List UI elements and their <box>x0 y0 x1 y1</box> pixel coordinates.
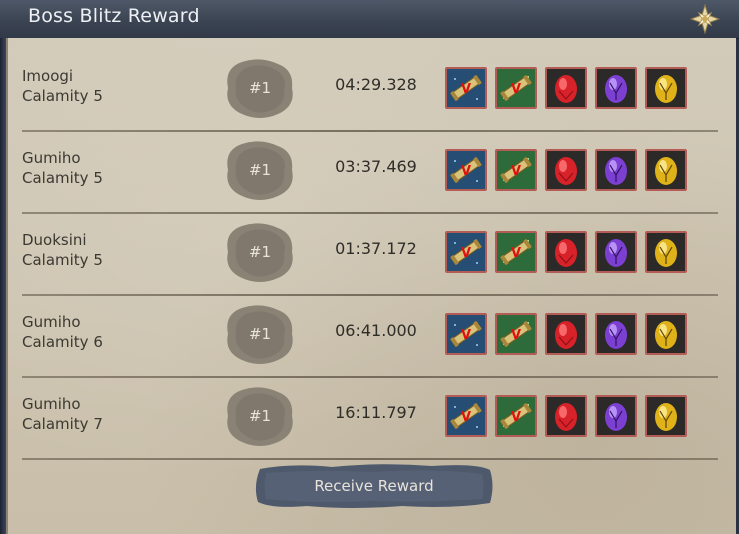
boss-title: Duoksini <box>22 231 87 249</box>
receive-reward-label: Receive Reward <box>314 477 434 495</box>
purple-gem-icon[interactable] <box>595 395 637 437</box>
red-gem-icon[interactable] <box>545 67 587 109</box>
boss-difficulty: Calamity 5 <box>22 251 103 269</box>
purple-gem-icon[interactable] <box>595 149 637 191</box>
blue-scroll-icon[interactable]: V <box>445 149 487 191</box>
boss-title: Gumiho <box>22 395 81 413</box>
green-scroll-icon[interactable]: V <box>495 67 537 109</box>
clear-time: 16:11.797 <box>335 403 417 422</box>
boss-name: Imoogi Calamity 5 <box>22 66 222 106</box>
boss-name: Gumiho Calamity 7 <box>22 394 222 434</box>
svg-text:V: V <box>461 410 471 425</box>
svg-text:V: V <box>511 82 521 97</box>
svg-text:V: V <box>511 328 521 343</box>
gold-gem-icon[interactable] <box>645 313 687 355</box>
svg-text:V: V <box>461 246 471 261</box>
blue-scroll-icon[interactable]: V <box>445 313 487 355</box>
boss-name: Gumiho Calamity 5 <box>22 148 222 188</box>
rank-label: #1 <box>248 407 272 425</box>
boss-difficulty: Calamity 5 <box>22 87 103 105</box>
svg-text:V: V <box>461 82 471 97</box>
rank-label: #1 <box>248 161 272 179</box>
svg-text:V: V <box>511 164 521 179</box>
clear-time: 03:37.469 <box>335 157 417 176</box>
clear-time: 06:41.000 <box>335 321 417 340</box>
row-divider <box>22 376 718 378</box>
row-divider <box>22 294 718 296</box>
row-divider <box>22 458 718 460</box>
purple-gem-icon[interactable] <box>595 313 637 355</box>
purple-gem-icon[interactable] <box>595 231 637 273</box>
rank-badge: #1 <box>222 138 298 202</box>
svg-text:V: V <box>511 246 521 261</box>
red-gem-icon[interactable] <box>545 313 587 355</box>
boss-title: Gumiho <box>22 313 81 331</box>
svg-text:V: V <box>461 328 471 343</box>
blue-scroll-icon[interactable]: V <box>445 67 487 109</box>
rank-badge: #1 <box>222 220 298 284</box>
close-icon[interactable] <box>689 3 721 35</box>
clear-time: 01:37.172 <box>335 239 417 258</box>
reward-row: Duoksini Calamity 5 #1 01:37.172 V V <box>14 216 718 296</box>
window-title: Boss Blitz Reward <box>28 5 200 27</box>
rank-badge: #1 <box>222 56 298 120</box>
boss-title: Imoogi <box>22 67 74 85</box>
red-gem-icon[interactable] <box>545 231 587 273</box>
boss-difficulty: Calamity 6 <box>22 333 103 351</box>
rank-label: #1 <box>248 243 272 261</box>
green-scroll-icon[interactable]: V <box>495 149 537 191</box>
blue-scroll-icon[interactable]: V <box>445 231 487 273</box>
green-scroll-icon[interactable]: V <box>495 231 537 273</box>
boss-title: Gumiho <box>22 149 81 167</box>
reward-row: Gumiho Calamity 7 #1 16:11.797 V V <box>14 380 718 460</box>
boss-difficulty: Calamity 7 <box>22 415 103 433</box>
svg-text:V: V <box>511 410 521 425</box>
clear-time: 04:29.328 <box>335 75 417 94</box>
row-divider <box>22 130 718 132</box>
boss-difficulty: Calamity 5 <box>22 169 103 187</box>
gold-gem-icon[interactable] <box>645 231 687 273</box>
green-scroll-icon[interactable]: V <box>495 313 537 355</box>
reward-row: Gumiho Calamity 5 #1 03:37.469 V V <box>14 134 718 214</box>
boss-name: Gumiho Calamity 6 <box>22 312 222 352</box>
rank-label: #1 <box>248 79 272 97</box>
reward-row: Gumiho Calamity 6 #1 06:41.000 V V <box>14 298 718 378</box>
gold-gem-icon[interactable] <box>645 149 687 191</box>
green-scroll-icon[interactable]: V <box>495 395 537 437</box>
boss-name: Duoksini Calamity 5 <box>22 230 222 270</box>
red-gem-icon[interactable] <box>545 149 587 191</box>
receive-reward-button[interactable]: Receive Reward <box>252 461 496 511</box>
reward-row: Imoogi Calamity 5 #1 04:29.328 V V <box>14 52 718 132</box>
row-divider <box>22 212 718 214</box>
gold-gem-icon[interactable] <box>645 67 687 109</box>
svg-text:V: V <box>461 164 471 179</box>
rank-badge: #1 <box>222 384 298 448</box>
title-bar: Boss Blitz Reward <box>0 0 739 39</box>
rank-badge: #1 <box>222 302 298 366</box>
rank-label: #1 <box>248 325 272 343</box>
blue-scroll-icon[interactable]: V <box>445 395 487 437</box>
red-gem-icon[interactable] <box>545 395 587 437</box>
gold-gem-icon[interactable] <box>645 395 687 437</box>
purple-gem-icon[interactable] <box>595 67 637 109</box>
